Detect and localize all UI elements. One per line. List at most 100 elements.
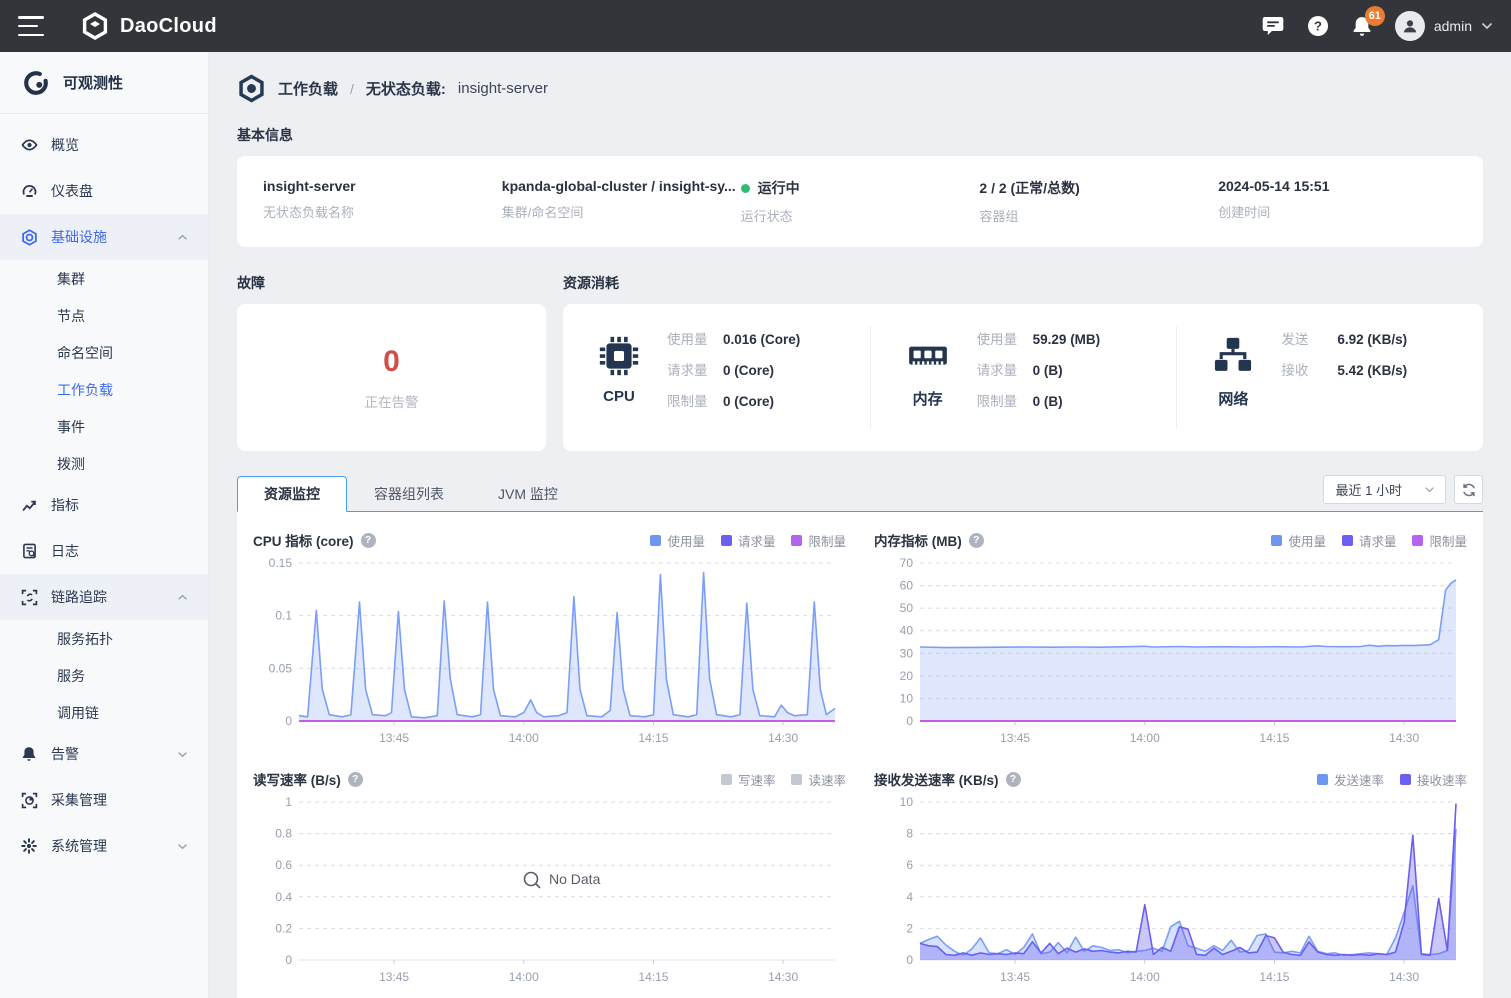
refresh-icon: [1461, 482, 1477, 498]
chat-icon: [1261, 15, 1285, 37]
tab-bar: 资源监控 容器组列表 JVM 监控 最近 1 小时: [237, 475, 1483, 512]
info-field-created: 2024-05-14 15:51 创建时间: [1218, 178, 1457, 225]
messages-button[interactable]: [1261, 15, 1285, 37]
legend-item[interactable]: 限制量: [791, 531, 846, 550]
sidebar-item-metrics[interactable]: 指标: [0, 482, 208, 528]
disk-io-chart-title: 读写速率 (B/s): [253, 769, 341, 789]
eye-icon: [20, 137, 38, 153]
help-icon[interactable]: ?: [969, 533, 984, 548]
info-field-status: 运行中 运行状态: [741, 178, 980, 225]
alerting-count: 0: [383, 345, 400, 379]
sidebar-item-logs[interactable]: 日志: [0, 528, 208, 574]
help-icon[interactable]: ?: [361, 533, 376, 548]
svg-text:0.8: 0.8: [275, 827, 292, 841]
tab-resource-monitoring[interactable]: 资源监控: [237, 476, 347, 512]
metrics-icon: [20, 497, 38, 513]
svg-text:?: ?: [1314, 19, 1322, 34]
sidebar-item-alerts[interactable]: 告警: [0, 731, 208, 777]
legend-item[interactable]: 读速率: [791, 770, 846, 789]
main-content: 工作负载 / 无状态负载: insight-server 基本信息 insigh…: [209, 52, 1511, 998]
info-field-pods: 2 / 2 (正常/总数) 容器组: [979, 178, 1218, 225]
svg-text:0: 0: [285, 953, 292, 967]
sidebar-item-infrastructure[interactable]: 基础设施: [0, 214, 208, 260]
memory-chart-block: 内存指标 (MB) ? 使用量请求量限制量 01020304050607013:…: [874, 530, 1467, 753]
sidebar-item-system[interactable]: 系统管理: [0, 823, 208, 869]
notifications-button[interactable]: 61: [1351, 15, 1373, 38]
svg-text:0: 0: [906, 953, 913, 967]
help-icon[interactable]: ?: [1006, 772, 1021, 787]
legend-item[interactable]: 接收速率: [1400, 770, 1467, 789]
brand[interactable]: DaoCloud: [80, 11, 217, 41]
svg-text:14:30: 14:30: [768, 731, 798, 745]
svg-text:20: 20: [900, 669, 914, 683]
sidebar-subitem-clusters[interactable]: 集群: [0, 260, 208, 297]
sidebar-subitem-probes[interactable]: 拨测: [0, 445, 208, 482]
svg-text:10: 10: [900, 691, 914, 705]
svg-text:0: 0: [906, 714, 913, 728]
info-field-cluster-namespace: kpanda-global-cluster / insight-sy... 集群…: [502, 178, 741, 225]
sidebar-subitem-workloads[interactable]: 工作负载: [0, 371, 208, 408]
sidebar-item-collection[interactable]: 采集管理: [0, 777, 208, 823]
legend-item[interactable]: 请求量: [1342, 531, 1397, 550]
help-button[interactable]: ?: [1307, 15, 1329, 37]
sidebar-subitem-namespaces[interactable]: 命名空间: [0, 334, 208, 371]
sidebar-item-dashboard[interactable]: 仪表盘: [0, 168, 208, 214]
legend-item[interactable]: 请求量: [721, 531, 776, 550]
svg-text:14:00: 14:00: [1130, 731, 1160, 745]
sidebar-toggle-button[interactable]: [18, 16, 44, 36]
sidebar-subitem-events[interactable]: 事件: [0, 408, 208, 445]
logs-icon: [20, 543, 38, 559]
sidebar-subitem-service-topology[interactable]: 服务拓扑: [0, 620, 208, 657]
tab-jvm-monitoring[interactable]: JVM 监控: [471, 475, 585, 511]
svg-text:0.05: 0.05: [269, 661, 293, 675]
sidebar-subitem-traces[interactable]: 调用链: [0, 694, 208, 731]
infrastructure-icon: [20, 229, 38, 246]
legend-item[interactable]: 限制量: [1412, 531, 1467, 550]
svg-text:6: 6: [906, 858, 913, 872]
breadcrumb-workloads-link[interactable]: 工作负载: [278, 78, 338, 99]
svg-text:8: 8: [906, 827, 913, 841]
disk-io-chart-legend: 写速率读速率: [721, 770, 846, 789]
cpu-chart-block: CPU 指标 (core) ? 使用量请求量限制量 00.050.10.1513…: [253, 530, 846, 753]
resources-title: 资源消耗: [563, 273, 1483, 293]
sidebar-subitem-nodes[interactable]: 节点: [0, 297, 208, 334]
chevron-down-icon: [1424, 486, 1435, 493]
legend-item[interactable]: 使用量: [650, 531, 705, 550]
breadcrumb-separator: /: [350, 81, 354, 97]
username: admin: [1434, 18, 1472, 34]
daocloud-logo-icon: [80, 11, 110, 41]
sidebar-item-overview[interactable]: 概览: [0, 122, 208, 168]
notification-badge: 61: [1365, 6, 1385, 26]
svg-text:4: 4: [906, 890, 913, 904]
help-icon: ?: [1307, 15, 1329, 37]
user-menu[interactable]: admin: [1395, 11, 1493, 41]
bell-icon: [20, 746, 38, 762]
gear-icon: [20, 838, 38, 854]
module-title: 可观测性: [63, 72, 123, 93]
legend-item[interactable]: 使用量: [1271, 531, 1326, 550]
module-header[interactable]: 可观测性: [0, 52, 208, 114]
network-label: 网络: [1218, 388, 1248, 409]
disk-io-chart-block: 读写速率 (B/s) ? 写速率读速率 00.20.40.60.8113:451…: [253, 769, 846, 992]
observability-icon: [22, 69, 50, 97]
sidebar: 可观测性 概览 仪表盘 基础设施 集群 节点 命名空间 工作负: [0, 52, 209, 998]
refresh-button[interactable]: [1454, 475, 1483, 504]
svg-text:10: 10: [900, 795, 914, 809]
topbar: DaoCloud ? 61: [0, 0, 1511, 52]
legend-item[interactable]: 发送速率: [1317, 770, 1384, 789]
cpu-chip-icon: [597, 334, 641, 378]
svg-text:14:15: 14:15: [638, 970, 668, 984]
svg-text:13:45: 13:45: [379, 731, 409, 745]
help-icon[interactable]: ?: [348, 772, 363, 787]
tab-pod-list[interactable]: 容器组列表: [347, 475, 471, 511]
cpu-chart-title: CPU 指标 (core): [253, 530, 354, 550]
svg-text:0.6: 0.6: [275, 858, 292, 872]
time-range-select[interactable]: 最近 1 小时: [1323, 475, 1446, 504]
svg-text:14:00: 14:00: [1130, 970, 1160, 984]
sidebar-item-tracing[interactable]: 链路追踪: [0, 574, 208, 620]
legend-item[interactable]: 写速率: [721, 770, 776, 789]
memory-chart-title: 内存指标 (MB): [874, 530, 962, 550]
chevron-down-icon: [177, 751, 188, 758]
sidebar-subitem-services[interactable]: 服务: [0, 657, 208, 694]
svg-text:30: 30: [900, 646, 914, 660]
